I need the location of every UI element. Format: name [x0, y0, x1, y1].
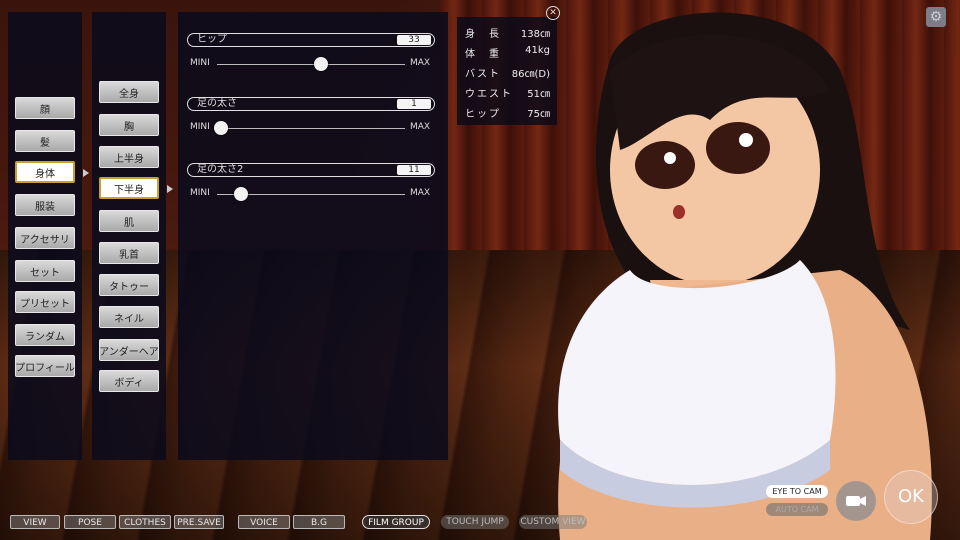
stat-key: バスト [465, 69, 501, 80]
menu-body-item[interactable]: ボディ [99, 370, 159, 392]
menu-body-item[interactable]: 肌 [99, 210, 159, 232]
menu-main-item[interactable]: 服装 [15, 194, 75, 216]
slider-label: 足の太さ2 [197, 164, 244, 175]
stat-value: 51㎝ [527, 89, 550, 100]
bottom-bar-button[interactable]: VIEW [10, 515, 60, 529]
stat-value: 138㎝ [520, 29, 550, 40]
eye-to-cam-toggle[interactable]: EYE TO CAM [766, 485, 828, 498]
auto-cam-toggle[interactable]: AUTO CAM [766, 503, 828, 516]
stat-value: 41kg [525, 45, 550, 56]
video-camera-icon [846, 496, 866, 506]
stat-key: ヒップ [465, 109, 501, 120]
bottom-bar-button[interactable]: VOICE [238, 515, 290, 529]
character-illustration [558, 12, 932, 540]
camera-button[interactable] [836, 481, 876, 521]
bottom-bar-button[interactable]: CUSTOM VIEW [519, 515, 587, 529]
stat-row: ヒップ 75㎝ [465, 105, 553, 121]
bottom-bar-button[interactable]: PRE.SAVE [174, 515, 224, 529]
menu-body-item[interactable]: 上半身 [99, 146, 159, 168]
menu-main-item[interactable]: プリセット [15, 291, 75, 313]
slider-track[interactable] [217, 128, 405, 129]
slider-header: 足の太さ2 11 [187, 163, 435, 177]
ok-button[interactable]: OK [884, 470, 938, 524]
slider-max-label: MAX [410, 122, 431, 132]
body-subcategory-panel [92, 12, 166, 460]
stat-row: 体 重 41kg [465, 45, 553, 61]
menu-main-item[interactable]: セット [15, 260, 75, 282]
menu-main-item[interactable]: ランダム [15, 324, 75, 346]
slider-min-label: MINI [190, 122, 210, 132]
menu-body-item[interactable]: アンダーヘア [99, 339, 159, 361]
menu-body-item[interactable]: 下半身 [99, 177, 159, 199]
slider-header: 足の太さ 1 [187, 97, 435, 111]
menu-body-item[interactable]: 全身 [99, 81, 159, 103]
menu-body-item[interactable]: 胸 [99, 114, 159, 136]
menu-main-item[interactable]: 髪 [15, 130, 75, 152]
bottom-bar-button[interactable]: FILM GROUP [362, 515, 430, 529]
stat-key: 身 長 [465, 29, 501, 40]
bottom-bar-button[interactable]: TOUCH JUMP [441, 515, 509, 529]
slider-value-input[interactable]: 11 [397, 165, 431, 175]
close-circle-icon[interactable]: ✕ [546, 6, 560, 20]
slider-knob[interactable] [214, 121, 228, 135]
bottom-bar-button[interactable]: B.G [293, 515, 345, 529]
slider-label: ヒップ [197, 34, 227, 45]
slider-value-input[interactable]: 1 [397, 99, 431, 109]
menu-main-item[interactable]: 顔 [15, 97, 75, 119]
slider-value-input[interactable]: 33 [397, 35, 431, 45]
menu-body-item[interactable]: ネイル [99, 306, 159, 328]
bottom-bar-button[interactable]: POSE [64, 515, 116, 529]
menu-main-item[interactable]: アクセサリ [15, 227, 75, 249]
stat-value: 86㎝(D) [511, 69, 550, 80]
slider-min-label: MINI [190, 188, 210, 198]
stat-row: バスト 86㎝(D) [465, 65, 553, 81]
stat-value: 75㎝ [527, 109, 550, 120]
gear-icon[interactable]: ⚙ [926, 7, 946, 27]
selection-arrow-main [83, 169, 89, 177]
stat-key: 体 重 [465, 49, 501, 60]
menu-body-item[interactable]: 乳首 [99, 242, 159, 264]
slider-min-label: MINI [190, 58, 210, 68]
slider-panel [178, 12, 448, 460]
stat-key: ウエスト [465, 89, 513, 100]
menu-body-item[interactable]: タトゥー [99, 274, 159, 296]
selection-arrow-body [167, 185, 173, 193]
menu-main-item[interactable]: プロフィール [15, 355, 75, 377]
stat-row: 身 長 138㎝ [465, 25, 553, 41]
menu-main-item[interactable]: 身体 [15, 161, 75, 183]
slider-max-label: MAX [410, 58, 431, 68]
stat-row: ウエスト 51㎝ [465, 85, 553, 101]
slider-header: ヒップ 33 [187, 33, 435, 47]
character-stats-panel: 身 長 138㎝体 重 41kg バスト 86㎝(D) ウエスト 51㎝ヒップ 75㎝ [457, 17, 557, 125]
slider-label: 足の太さ [197, 98, 237, 109]
slider-track[interactable] [217, 64, 405, 65]
slider-max-label: MAX [410, 188, 431, 198]
bottom-bar-button[interactable]: CLOTHES [119, 515, 171, 529]
